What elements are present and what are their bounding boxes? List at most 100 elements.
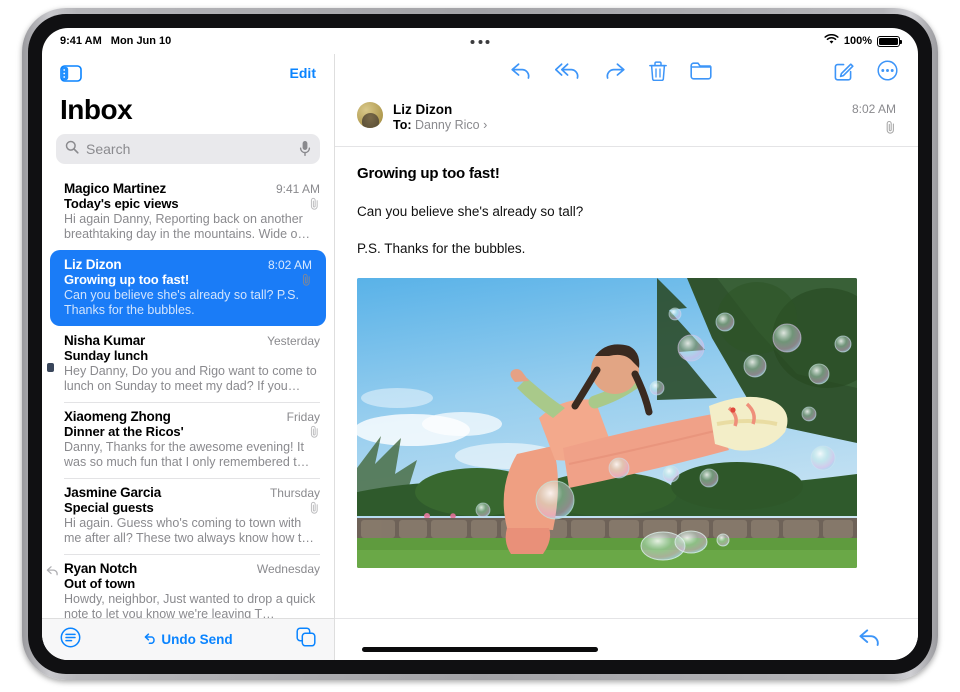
- compose-icon[interactable]: [834, 61, 854, 86]
- message-date: 8:02 AM: [267, 258, 312, 272]
- undo-send-label: Undo Send: [161, 632, 233, 647]
- battery-percent-label: 100%: [843, 35, 872, 47]
- message-list-item[interactable]: Jasmine Garcia Thursday Special guests Hi a…: [42, 478, 334, 554]
- detail-bottom-bar: [335, 618, 918, 660]
- message-preview: Howdy, neighbor, Just wanted to drop a q…: [64, 592, 316, 618]
- message-list[interactable]: Magico Martinez 9:41 AM Today's epic views…: [42, 174, 334, 618]
- detail-toolbar-right-group: [834, 60, 898, 86]
- mail-detail-pane: Liz Dizon To: Danny Rico › 8:02 AM Growi…: [335, 54, 918, 660]
- replied-arrow-icon: [46, 563, 59, 576]
- message-subject: Today's epic views: [64, 196, 179, 211]
- message-list-item[interactable]: Nisha Kumar Yesterday Sunday lunch Hey Dann…: [42, 326, 334, 402]
- home-indicator: [362, 647, 598, 652]
- volume-button-marker[interactable]: [47, 363, 54, 372]
- status-bar-right: 100%: [824, 33, 902, 48]
- more-ellipsis-icon[interactable]: [877, 60, 898, 86]
- message-preview: Hey Danny, Do you and Rigo want to come …: [64, 364, 317, 393]
- battery-icon: [877, 35, 902, 47]
- sidebar-bottom-toolbar: Undo Send: [42, 618, 334, 660]
- message-row-subject-line: Special guests: [64, 500, 320, 515]
- message-list-item[interactable]: Xiaomeng Zhong Friday Dinner at the Ricos'…: [42, 402, 334, 478]
- message-date: Yesterday: [267, 334, 320, 348]
- chevron-right-icon: ›: [483, 118, 488, 132]
- message-row-top: Nisha Kumar Yesterday: [64, 333, 320, 348]
- message-date: Wednesday: [256, 562, 320, 576]
- forward-icon[interactable]: [604, 61, 626, 85]
- sidebar-toggle-icon[interactable]: [60, 64, 82, 82]
- message-subject: Special guests: [64, 500, 154, 515]
- undo-arrow-icon: [144, 632, 157, 647]
- status-bar: 9:41 AM Mon Jun 10 100%: [42, 28, 918, 54]
- reply-icon[interactable]: [510, 61, 532, 85]
- message-header: Liz Dizon To: Danny Rico › 8:02 AM: [335, 92, 918, 147]
- wifi-icon: [824, 33, 839, 48]
- message-sender: Jasmine Garcia: [64, 485, 162, 500]
- message-subject: Out of town: [64, 576, 136, 591]
- paperclip-icon: [309, 501, 320, 514]
- device-bezel: 9:41 AM Mon Jun 10 100% Edit Inbox Searc…: [28, 14, 932, 674]
- edit-button[interactable]: Edit: [290, 65, 316, 81]
- status-time: 9:41 AM: [60, 35, 102, 47]
- message-row-top: Magico Martinez 9:41 AM: [64, 181, 320, 196]
- message-header-text: Liz Dizon To: Danny Rico ›: [393, 102, 842, 132]
- paperclip-icon: [852, 120, 896, 134]
- avatar: [357, 102, 383, 128]
- ipad-device-frame: 9:41 AM Mon Jun 10 100% Edit Inbox Searc…: [22, 8, 938, 680]
- microphone-icon[interactable]: [299, 140, 311, 158]
- paperclip-icon: [309, 197, 320, 210]
- to-label: To:: [393, 118, 412, 132]
- ipad-screen: 9:41 AM Mon Jun 10 100% Edit Inbox Searc…: [42, 28, 918, 660]
- detail-toolbar-left-group: [510, 60, 712, 86]
- message-preview: Hi again. Guess who's coming to town wit…: [64, 516, 314, 545]
- folder-icon[interactable]: [690, 61, 712, 85]
- message-preview: Danny, Thanks for the awesome evening! I…: [64, 440, 310, 469]
- message-subject: Growing up too fast!: [357, 165, 500, 182]
- paperclip-icon: [309, 425, 320, 438]
- message-subject: Sunday lunch: [64, 348, 149, 363]
- message-row-subject-line: Sunday lunch: [64, 348, 320, 363]
- trash-icon[interactable]: [649, 60, 667, 86]
- copy-icon[interactable]: [296, 627, 316, 652]
- message-row-top: Jasmine Garcia Thursday: [64, 485, 320, 500]
- message-row-subject-line: Out of town: [64, 576, 320, 591]
- search-icon: [65, 140, 79, 159]
- mail-sidebar: Edit Inbox Search Magico Martinez 9:41 A…: [42, 54, 335, 660]
- multitask-handle-icon[interactable]: [470, 40, 490, 44]
- filter-icon[interactable]: [60, 627, 81, 653]
- status-bar-left: 9:41 AM Mon Jun 10: [60, 35, 171, 47]
- message-paragraph-1: Can you believe she's already so tall?: [357, 204, 584, 219]
- message-row-top: Liz Dizon 8:02 AM: [64, 257, 312, 272]
- undo-send-button[interactable]: Undo Send: [144, 632, 233, 647]
- search-input[interactable]: Search: [56, 134, 320, 164]
- message-sender: Nisha Kumar: [64, 333, 146, 348]
- paperclip-icon: [301, 273, 312, 286]
- message-sender: Magico Martinez: [64, 181, 167, 196]
- message-row-subject-line: Today's epic views: [64, 196, 320, 211]
- sender-name: Liz Dizon: [393, 102, 453, 117]
- message-list-item[interactable]: Liz Dizon 8:02 AM Growing up too fast! Can …: [50, 250, 326, 326]
- message-list-item[interactable]: Magico Martinez 9:41 AM Today's epic views…: [42, 174, 334, 250]
- message-preview: Can you believe she's already so tall? P…: [64, 288, 299, 317]
- recipient-row[interactable]: To: Danny Rico ›: [393, 118, 842, 132]
- reply-icon[interactable]: [858, 627, 882, 652]
- message-date: Thursday: [269, 486, 320, 500]
- message-header-right: 8:02 AM: [852, 102, 896, 134]
- message-date: Friday: [286, 410, 320, 424]
- status-date: Mon Jun 10: [110, 35, 172, 47]
- girl-kicking-with-bubbles-photo[interactable]: [357, 278, 857, 568]
- message-paragraph-2: P.S. Thanks for the bubbles.: [357, 241, 526, 256]
- message-row-top: Ryan Notch Wednesday: [64, 561, 320, 576]
- message-sender: Liz Dizon: [64, 257, 122, 272]
- split-view: Edit Inbox Search Magico Martinez 9:41 A…: [42, 54, 918, 660]
- message-time: 8:02 AM: [851, 102, 896, 116]
- message-body: Growing up too fast! Can you believe she…: [335, 147, 918, 618]
- message-sender: Xiaomeng Zhong: [64, 409, 171, 424]
- search-bar-container: Search: [42, 134, 334, 174]
- message-list-item[interactable]: Ryan Notch Wednesday Out of town Howdy, nei…: [42, 554, 334, 618]
- reply-all-icon[interactable]: [554, 61, 581, 85]
- message-subject: Dinner at the Ricos': [64, 424, 184, 439]
- recipient-name: Danny Rico: [415, 118, 480, 132]
- detail-toolbar: [335, 54, 918, 92]
- page-title: Inbox: [60, 94, 133, 125]
- message-row-top: Xiaomeng Zhong Friday: [64, 409, 320, 424]
